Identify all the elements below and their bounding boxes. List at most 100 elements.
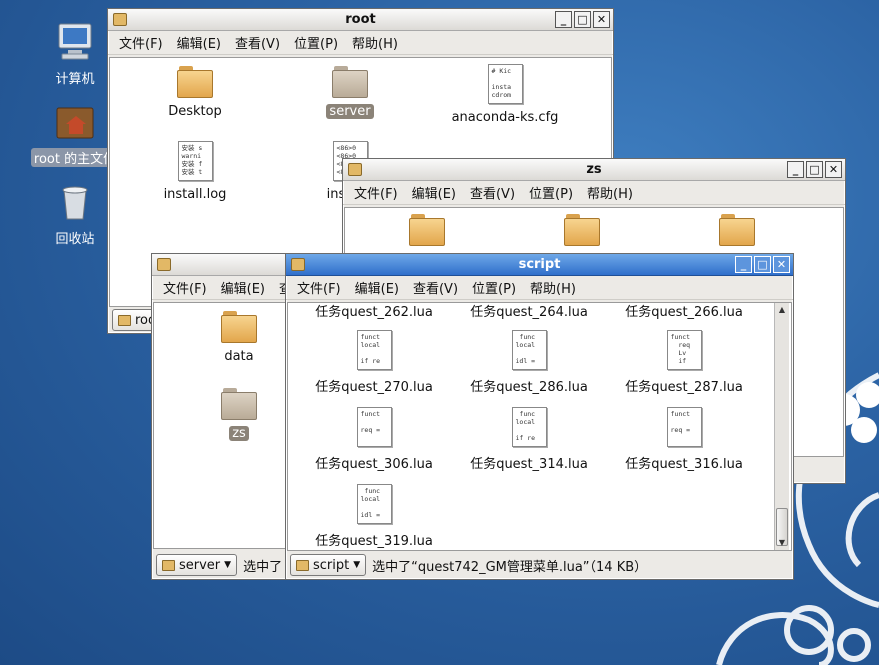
maximize-button[interactable]: □ <box>574 11 591 28</box>
file-item[interactable]: func local idl = 任务quest_286.lua <box>459 330 599 395</box>
menu-help[interactable]: 帮助(H) <box>523 278 583 297</box>
script-menubar: 文件(F) 编辑(E) 查看(V) 位置(P) 帮助(H) <box>286 276 793 300</box>
file-item[interactable]: 安装 s warni 安装 f 安装 t install.log <box>125 141 265 202</box>
minimize-button[interactable]: _ <box>735 256 752 273</box>
file-item[interactable]: func local if re 任务quest_314.lua <box>459 407 599 472</box>
file-item[interactable]: 任务quest_266.lua <box>614 303 754 320</box>
minimize-button[interactable]: _ <box>555 11 572 28</box>
menu-edit[interactable]: 编辑(E) <box>348 278 406 297</box>
file-label: 任务quest_266.lua <box>625 305 743 320</box>
close-button[interactable]: ✕ <box>825 161 842 178</box>
lua-file-icon: funct req = <box>666 407 702 447</box>
trash-icon <box>62 186 88 220</box>
window-title: zs <box>586 162 602 177</box>
file-item[interactable]: funct req = 任务quest_316.lua <box>614 407 754 472</box>
scroll-up-arrow-icon[interactable]: ▲ <box>775 303 789 317</box>
lua-file-icon: func local idl = <box>511 330 547 370</box>
folder-icon <box>157 258 171 271</box>
file-item[interactable]: func local idl = 任务quest_319.lua <box>304 484 444 549</box>
location-label: script <box>313 557 350 573</box>
file-item[interactable]: funct req = 任务quest_306.lua <box>304 407 444 472</box>
file-label: anaconda-ks.cfg <box>451 110 559 125</box>
home-folder-icon <box>118 314 131 326</box>
file-item[interactable] <box>667 214 807 250</box>
folder-icon <box>563 214 601 246</box>
desktop-icon-label: 计算机 <box>55 72 95 87</box>
root-titlebar[interactable]: root _ □ ✕ <box>108 9 613 31</box>
file-label: data <box>224 349 254 364</box>
file-item[interactable] <box>512 214 652 250</box>
location-selector[interactable]: server ▼ <box>156 554 238 576</box>
desktop-icon-label: 回收站 <box>55 232 95 247</box>
menu-edit[interactable]: 编辑(E) <box>170 33 228 52</box>
menu-edit[interactable]: 编辑(E) <box>405 183 463 202</box>
folder-icon <box>220 388 258 420</box>
status-text: 选中了“quest742_GM管理菜单.lua”（14 KB） <box>372 559 648 575</box>
folder-icon <box>408 214 446 246</box>
location-selector[interactable]: script ▼ <box>290 554 367 576</box>
lua-file-icon: func local if re <box>511 407 547 447</box>
file-item[interactable]: # Kic insta cdrom anaconda-ks.cfg <box>435 64 575 125</box>
computer-icon <box>58 23 92 60</box>
folder-icon <box>220 311 258 343</box>
menu-view[interactable]: 查看(V) <box>406 278 465 297</box>
file-label: zs <box>229 426 249 441</box>
folder-icon <box>162 559 175 571</box>
lua-file-icon: funct req Lv if <box>666 330 702 370</box>
script-statusbar: script ▼ 选中了“quest742_GM管理菜单.lua”（14 KB） <box>286 551 793 579</box>
close-button[interactable]: ✕ <box>593 11 610 28</box>
text-file-icon: 安装 s warni 安装 f 安装 t <box>177 141 213 181</box>
file-label: 任务quest_286.lua <box>470 380 588 395</box>
home-folder-icon <box>56 107 94 139</box>
desktop-icon-label: root 的主文件 <box>30 148 120 167</box>
folder-icon <box>718 214 756 246</box>
menu-places[interactable]: 位置(P) <box>287 33 345 52</box>
file-label: server <box>326 104 374 119</box>
close-button[interactable]: ✕ <box>773 256 790 273</box>
lua-file-icon: funct local if re <box>356 330 392 370</box>
menu-places[interactable]: 位置(P) <box>465 278 523 297</box>
location-label: server <box>179 557 221 573</box>
menu-file[interactable]: 文件(F) <box>156 278 214 297</box>
file-label: 任务quest_270.lua <box>315 380 433 395</box>
menu-view[interactable]: 查看(V) <box>463 183 522 202</box>
file-item[interactable]: 任务quest_262.lua <box>304 303 444 320</box>
chevron-down-icon: ▼ <box>353 560 361 570</box>
scroll-down-arrow-icon[interactable]: ▼ <box>775 536 789 550</box>
folder-icon <box>331 66 369 98</box>
file-label: 任务quest_264.lua <box>470 305 588 320</box>
file-label: 任务quest_316.lua <box>625 457 743 472</box>
menu-help[interactable]: 帮助(H) <box>345 33 405 52</box>
file-item[interactable]: server <box>280 66 420 119</box>
menu-edit[interactable]: 编辑(E) <box>214 278 272 297</box>
file-label: 任务quest_287.lua <box>625 380 743 395</box>
zs-titlebar[interactable]: zs _ □ ✕ <box>343 159 845 181</box>
script-file-view: 任务quest_262.lua 任务quest_264.lua 任务quest_… <box>287 302 792 551</box>
minimize-button[interactable]: _ <box>787 161 804 178</box>
menu-file[interactable]: 文件(F) <box>112 33 170 52</box>
file-item[interactable]: funct req Lv if 任务quest_287.lua <box>614 330 754 395</box>
vertical-scrollbar[interactable]: ▲ ▼ <box>774 303 789 550</box>
menu-help[interactable]: 帮助(H) <box>580 183 640 202</box>
file-item[interactable]: 任务quest_264.lua <box>459 303 599 320</box>
file-item[interactable] <box>357 214 497 250</box>
window-title: root <box>345 12 376 27</box>
folder-icon <box>296 559 309 571</box>
menu-view[interactable]: 查看(V) <box>228 33 287 52</box>
maximize-button[interactable]: □ <box>806 161 823 178</box>
maximize-button[interactable]: □ <box>754 256 771 273</box>
file-label: 任务quest_314.lua <box>470 457 588 472</box>
file-item[interactable]: funct local if re 任务quest_270.lua <box>304 330 444 395</box>
menu-places[interactable]: 位置(P) <box>522 183 580 202</box>
zs-menubar: 文件(F) 编辑(E) 查看(V) 位置(P) 帮助(H) <box>343 181 845 205</box>
menu-file[interactable]: 文件(F) <box>347 183 405 202</box>
status-text: 选中了 <box>243 559 283 575</box>
menu-file[interactable]: 文件(F) <box>290 278 348 297</box>
file-label: 任务quest_306.lua <box>315 457 433 472</box>
folder-icon <box>176 66 214 98</box>
file-item[interactable]: Desktop <box>125 66 265 119</box>
text-file-icon: # Kic insta cdrom <box>487 64 523 104</box>
file-label: 任务quest_319.lua <box>315 534 433 549</box>
window-title: script <box>518 257 561 272</box>
script-titlebar[interactable]: script _ □ ✕ <box>286 254 793 276</box>
